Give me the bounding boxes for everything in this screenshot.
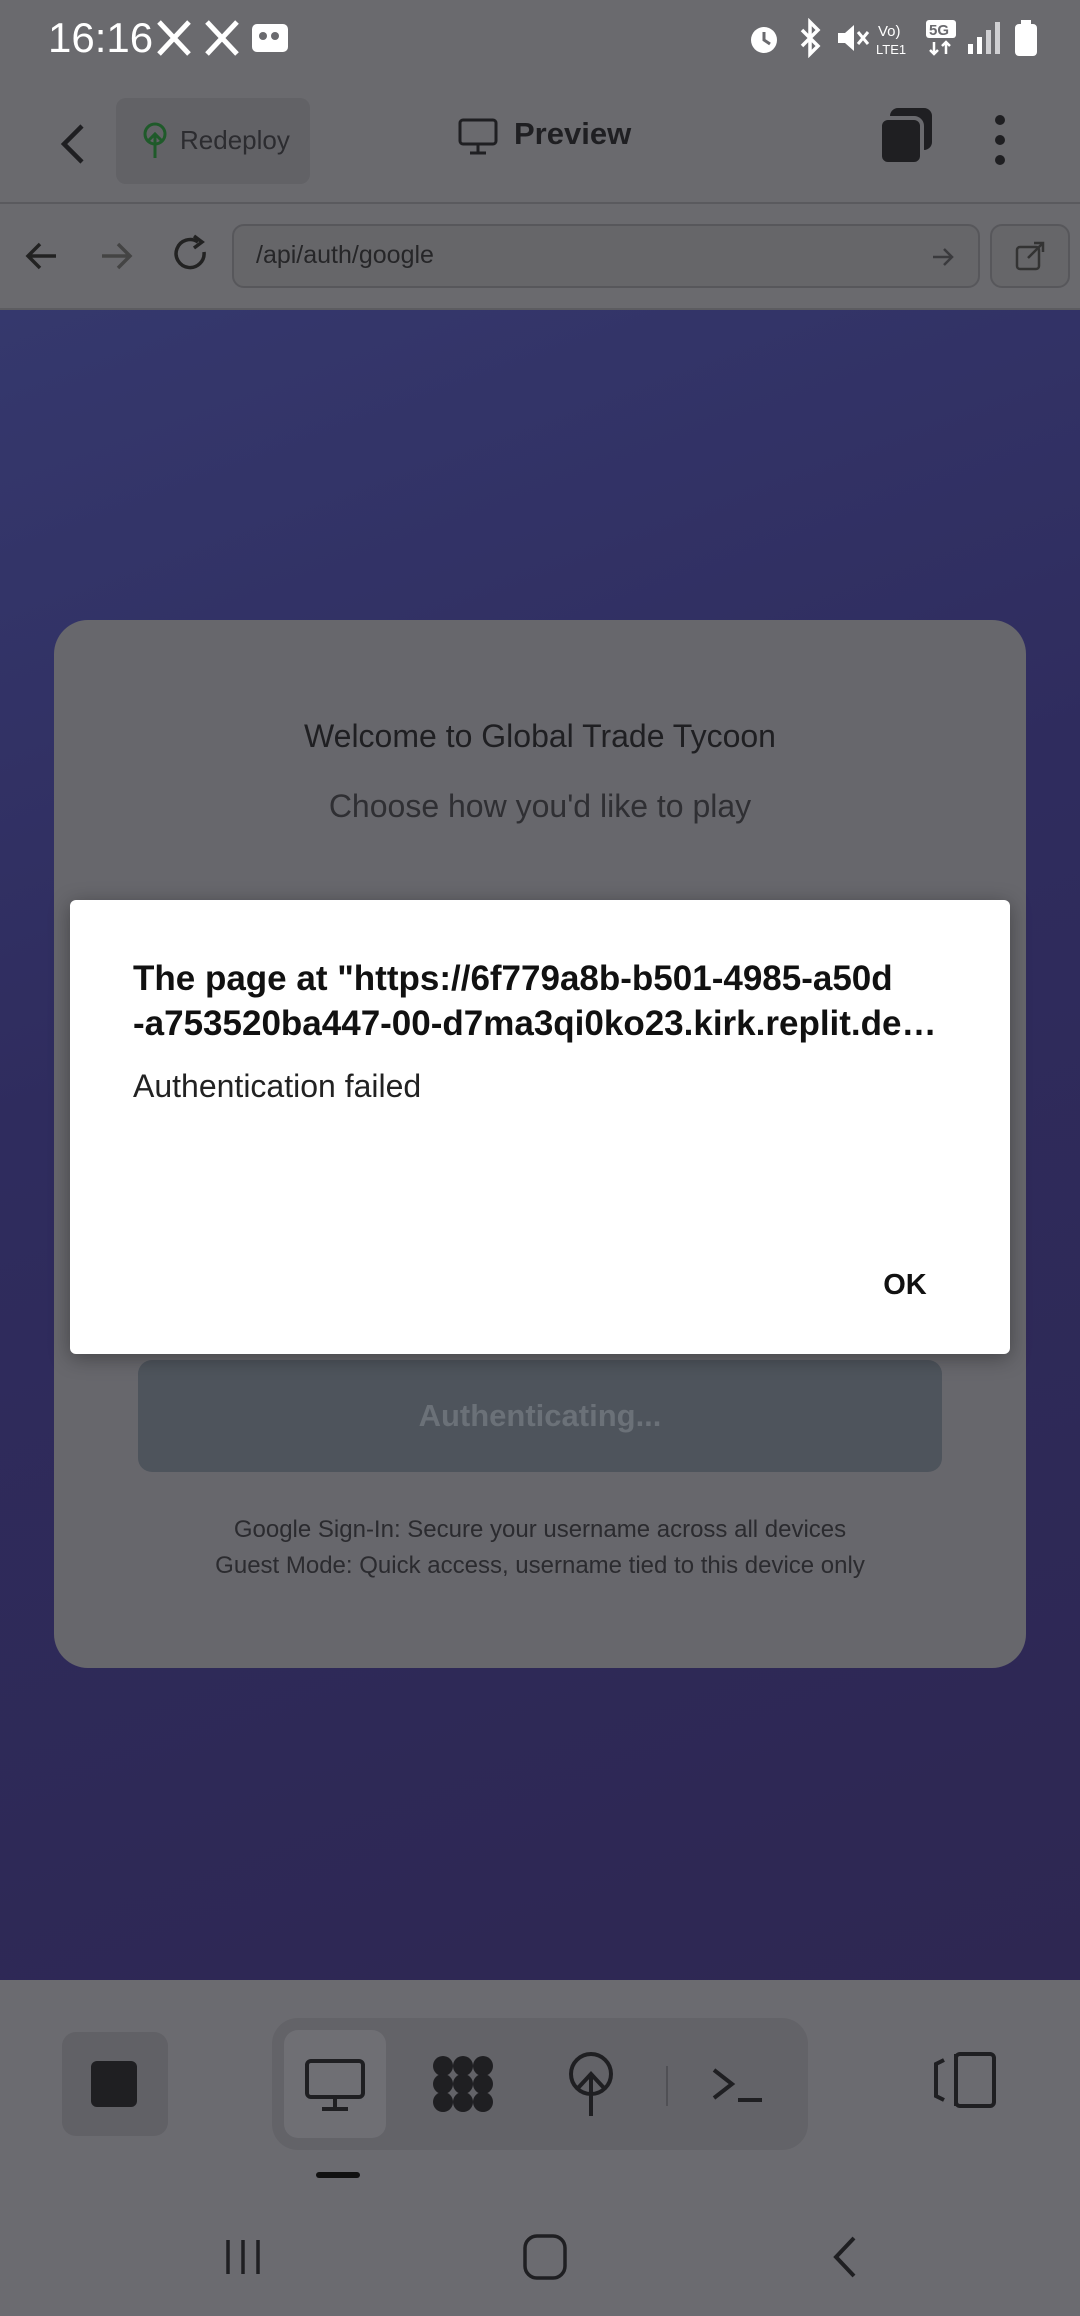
monitor-icon bbox=[305, 2059, 365, 2111]
alarm-icon bbox=[751, 27, 777, 53]
system-back-icon[interactable] bbox=[826, 2232, 866, 2282]
nav-back-icon[interactable] bbox=[20, 234, 64, 278]
home-icon[interactable] bbox=[520, 2230, 570, 2284]
alert-dialog: The page at "https://6f779a8b-b501-4985-… bbox=[70, 900, 1010, 1354]
ok-button[interactable]: OK bbox=[860, 1255, 950, 1315]
volte-icon: Vo) LTE1 bbox=[876, 23, 906, 57]
dialog-message: Authentication failed bbox=[133, 1068, 422, 1104]
status-time: 16:16 bbox=[48, 14, 154, 61]
google-signin-note: Google Sign-In: Secure your username acr… bbox=[233, 1516, 847, 1543]
deploy-icon[interactable] bbox=[546, 2030, 636, 2138]
dialog-title-line2: -a753520ba447-00-d7ma3qi0ko23.kirk.repli… bbox=[133, 1004, 953, 1043]
url-input[interactable]: /api/auth/google bbox=[232, 224, 980, 288]
bluetooth-icon bbox=[800, 18, 821, 58]
svg-text:Vo): Vo) bbox=[878, 23, 901, 40]
dialog-title: The page at "https://6f779a8b-b501-4985-… bbox=[133, 956, 953, 1046]
guest-mode-note: Guest Mode: Quick access, username tied … bbox=[215, 1552, 865, 1579]
active-tab-indicator bbox=[316, 2172, 360, 2178]
tabs-icon[interactable] bbox=[876, 104, 936, 170]
tool-preview-button[interactable] bbox=[284, 2030, 386, 2138]
monitor-icon bbox=[458, 118, 498, 155]
split-view-icon[interactable] bbox=[930, 2040, 1000, 2120]
authenticating-button[interactable]: Authenticating... bbox=[138, 1360, 942, 1472]
voicemail-icon bbox=[252, 24, 288, 52]
shell-icon[interactable] bbox=[692, 2030, 782, 2138]
more-vertical-icon[interactable] bbox=[982, 110, 1018, 170]
open-external-button[interactable] bbox=[990, 224, 1070, 288]
redeploy-label: Redeploy bbox=[180, 125, 290, 155]
dialog-title-line1: The page at "https://6f779a8b-b501-4985-… bbox=[133, 959, 893, 998]
mute-icon bbox=[838, 25, 870, 51]
system-navigation-bar bbox=[0, 2210, 1080, 2316]
svg-text:5G: 5G bbox=[929, 22, 949, 39]
recent-apps-icon[interactable] bbox=[218, 2232, 268, 2282]
5g-icon: 5G bbox=[926, 20, 956, 56]
tool-divider bbox=[666, 2066, 668, 2106]
nav-forward-icon[interactable] bbox=[94, 234, 138, 278]
redeploy-button[interactable]: Redeploy bbox=[116, 98, 310, 184]
packages-icon[interactable] bbox=[418, 2030, 508, 2138]
svg-text:LTE1: LTE1 bbox=[876, 42, 906, 57]
preview-label: Preview bbox=[514, 116, 632, 151]
url-text: /api/auth/google bbox=[256, 241, 434, 269]
battery-icon bbox=[1015, 20, 1037, 56]
x-app-icon bbox=[157, 20, 191, 56]
url-bar-row: /api/auth/google bbox=[0, 204, 1080, 310]
deploy-icon bbox=[143, 122, 167, 158]
signal-icon bbox=[968, 22, 1000, 54]
status-bar: 16:16 Vo) LTE1 5G bbox=[0, 0, 1080, 84]
x-app-icon bbox=[205, 20, 239, 56]
tool-group bbox=[272, 2018, 808, 2150]
card-title: Welcome to Global Trade Tycoon bbox=[304, 718, 776, 754]
app-top-bar: Redeploy Preview bbox=[0, 84, 1080, 204]
reload-icon[interactable] bbox=[168, 232, 214, 278]
stop-icon bbox=[91, 2061, 137, 2107]
authenticating-label: Authenticating... bbox=[418, 1398, 662, 1433]
external-link-icon bbox=[1015, 241, 1045, 271]
back-arrow-icon[interactable] bbox=[50, 114, 100, 174]
card-subtitle: Choose how you'd like to play bbox=[328, 788, 752, 824]
bottom-toolbar bbox=[0, 1980, 1080, 2210]
stop-button[interactable] bbox=[62, 2032, 168, 2136]
go-arrow-icon[interactable] bbox=[930, 244, 956, 270]
